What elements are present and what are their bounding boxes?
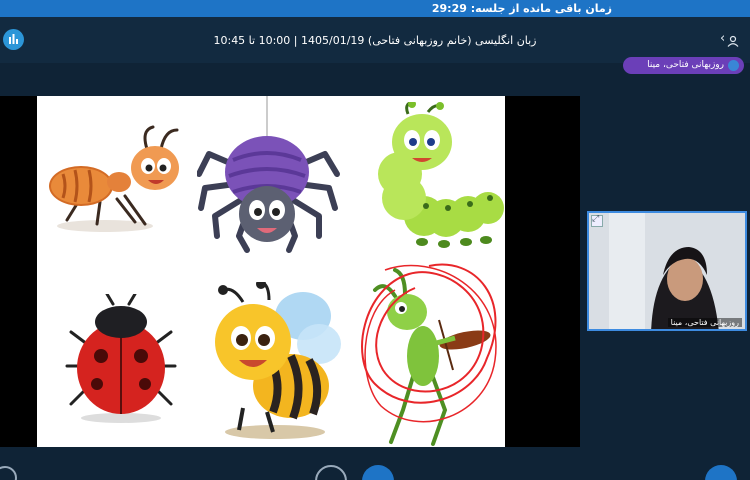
participant-name: روزبهانی فتاحی، مینا bbox=[667, 318, 742, 327]
ladybug-image bbox=[65, 294, 177, 423]
session-timer-bar: زمان باقی مانده از جلسه: 29:29 bbox=[0, 0, 750, 17]
screen-share-icon[interactable] bbox=[362, 465, 394, 480]
user-icon[interactable] bbox=[727, 32, 739, 47]
shared-screen bbox=[0, 96, 580, 447]
shared-slide bbox=[37, 96, 505, 447]
settings-icon[interactable] bbox=[0, 466, 17, 480]
session-timer: زمان باقی مانده از جلسه: 29:29 bbox=[431, 2, 612, 15]
grasshopper-image bbox=[361, 263, 497, 446]
ant-image bbox=[49, 125, 179, 232]
session-title: زبان انگلیسی (خانم روزبهانی فتاحی) 1405/… bbox=[213, 34, 537, 47]
active-speaker-badge: روزبهانی فتاحی، مینا bbox=[623, 57, 744, 74]
caterpillar-image bbox=[378, 102, 504, 248]
participant-video-feed bbox=[589, 213, 745, 329]
participant-video-tile[interactable]: روزبهانی فتاحی، مینا bbox=[587, 211, 747, 331]
microphone-icon bbox=[728, 60, 739, 71]
expand-icon[interactable] bbox=[591, 214, 603, 227]
chevron-left-icon[interactable]: ‹ bbox=[720, 31, 725, 46]
spider-image bbox=[197, 96, 340, 253]
camera-off-icon[interactable] bbox=[315, 465, 347, 480]
bee-image bbox=[215, 282, 341, 439]
active-speaker-name: روزبهانی فتاحی، مینا bbox=[647, 60, 724, 70]
plus-icon[interactable] bbox=[705, 465, 737, 480]
